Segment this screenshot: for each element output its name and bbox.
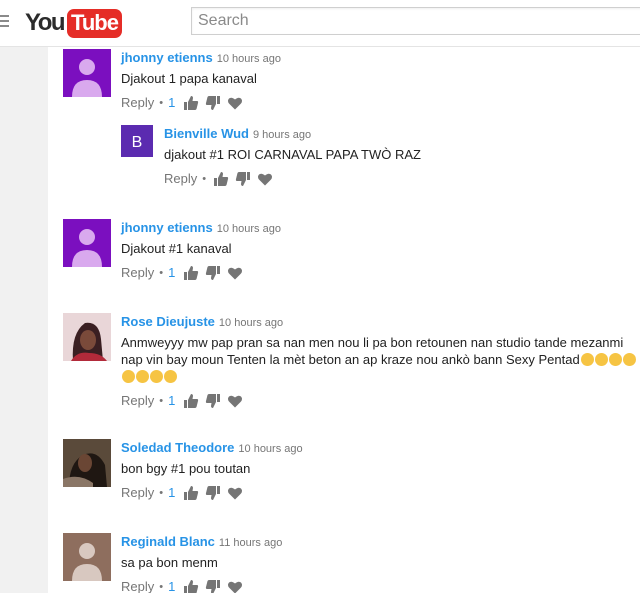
comment-actions: Reply • 1 bbox=[121, 483, 640, 503]
avatar[interactable] bbox=[63, 439, 111, 487]
thumbs-up-icon[interactable] bbox=[183, 95, 199, 111]
comment-text-line: Anmweyyy mw pap pran sa nan men nou li p… bbox=[121, 335, 624, 350]
comment-author[interactable]: Rose Dieujuste bbox=[121, 314, 215, 329]
avatar[interactable] bbox=[63, 219, 111, 267]
menu-icon[interactable] bbox=[0, 15, 10, 31]
comment-time[interactable]: 10 hours ago bbox=[219, 317, 283, 329]
laughing-emoji-icon bbox=[594, 353, 608, 366]
comment-time[interactable]: 10 hours ago bbox=[238, 443, 302, 455]
like-count: 1 bbox=[168, 579, 176, 593]
emoji-line bbox=[121, 368, 640, 385]
like-count: 1 bbox=[168, 393, 176, 408]
comment-time[interactable]: 11 hours ago bbox=[219, 537, 282, 549]
comment-text: djakout #1 ROI CARNAVAL PAPA TWÒ RAZ bbox=[164, 147, 421, 162]
laughing-emoji-icon bbox=[150, 370, 163, 383]
heart-icon[interactable] bbox=[227, 579, 243, 593]
comment-actions: Reply • 1 bbox=[121, 93, 640, 113]
laughing-emoji-icon bbox=[164, 370, 177, 383]
separator-dot: • bbox=[159, 395, 164, 407]
comment-actions: Reply • 1 bbox=[121, 263, 640, 283]
heart-icon[interactable] bbox=[257, 171, 273, 187]
laughing-emoji-icon bbox=[608, 353, 622, 366]
reply-button[interactable]: Reply bbox=[121, 577, 154, 593]
comment-text: Djakout 1 papa kanaval bbox=[121, 71, 257, 86]
comment-author[interactable]: Soledad Theodore bbox=[121, 440, 234, 455]
heart-icon[interactable] bbox=[227, 393, 243, 409]
thumbs-up-icon[interactable] bbox=[213, 171, 229, 187]
search-input[interactable] bbox=[191, 7, 640, 35]
comment-author[interactable]: jhonny etienns bbox=[121, 50, 213, 65]
thumbs-up-icon[interactable] bbox=[183, 485, 199, 501]
reply-button[interactable]: Reply bbox=[121, 263, 154, 283]
comment-text: bon bgy #1 pou toutan bbox=[121, 461, 251, 476]
laughing-emoji-icon bbox=[622, 353, 636, 366]
comment-body: jhonny etienns 10 hours ago Djakout #1 ka… bbox=[121, 219, 640, 283]
avatar[interactable]: B bbox=[121, 125, 153, 157]
comments-section: jhonny etienns 10 hours ago Djakout 1 pap… bbox=[48, 47, 640, 593]
like-count: 1 bbox=[168, 265, 176, 280]
avatar[interactable] bbox=[63, 49, 111, 97]
masthead: You Tube bbox=[0, 0, 640, 47]
thumbs-up-icon[interactable] bbox=[183, 393, 199, 409]
laughing-emoji-icon bbox=[580, 353, 594, 366]
reply-button[interactable]: Reply bbox=[164, 169, 197, 189]
youtube-logo[interactable]: You Tube bbox=[25, 8, 122, 38]
avatar[interactable] bbox=[63, 313, 111, 361]
comment-actions: Reply • bbox=[164, 169, 594, 189]
like-count: 1 bbox=[168, 95, 176, 110]
logo-tube-text: Tube bbox=[67, 8, 122, 38]
reply-button[interactable]: Reply bbox=[121, 391, 154, 411]
comment-author[interactable]: Bienville Wud bbox=[164, 126, 249, 141]
comment-time[interactable]: 10 hours ago bbox=[217, 53, 281, 65]
comment-text-line: nap vin bay moun Tenten la mèt beton an … bbox=[121, 351, 640, 368]
comment-time[interactable]: 10 hours ago bbox=[217, 223, 281, 235]
separator-dot: • bbox=[159, 581, 164, 593]
comment-text: sa pa bon menm bbox=[121, 555, 218, 570]
thumbs-down-icon[interactable] bbox=[205, 485, 221, 501]
thumbs-up-icon[interactable] bbox=[183, 579, 199, 593]
reply-button[interactable]: Reply bbox=[121, 93, 154, 113]
comment-body: Bienville Wud 9 hours ago djakout #1 ROI … bbox=[164, 125, 594, 189]
comment-body: Soledad Theodore 10 hours ago bon bgy #1 … bbox=[121, 439, 640, 503]
heart-icon[interactable] bbox=[227, 265, 243, 281]
comment-actions: Reply • 1 bbox=[121, 391, 640, 411]
thumbs-down-icon[interactable] bbox=[205, 265, 221, 281]
comment-text: Djakout #1 kanaval bbox=[121, 241, 232, 256]
heart-icon[interactable] bbox=[227, 95, 243, 111]
comment-actions: Reply • 1 bbox=[121, 577, 640, 593]
thumbs-up-icon[interactable] bbox=[183, 265, 199, 281]
laughing-emoji-icon bbox=[122, 370, 135, 383]
reply-button[interactable]: Reply bbox=[121, 483, 154, 503]
avatar[interactable] bbox=[63, 533, 111, 581]
laughing-emoji-icon bbox=[136, 370, 149, 383]
comment-body: Rose Dieujuste 10 hours ago Anmweyyy mw p… bbox=[121, 313, 640, 411]
thumbs-down-icon[interactable] bbox=[205, 579, 221, 593]
comment-text: Anmweyyy mw pap pran sa nan men nou li p… bbox=[121, 334, 640, 385]
heart-icon[interactable] bbox=[227, 485, 243, 501]
thumbs-down-icon[interactable] bbox=[205, 393, 221, 409]
svg-text:B: B bbox=[132, 134, 143, 151]
comment-author[interactable]: Reginald Blanc bbox=[121, 534, 215, 549]
comment-text-segment: nap vin bay moun Tenten la mèt beton an … bbox=[121, 352, 580, 367]
like-count: 1 bbox=[168, 485, 176, 500]
comment-body: Reginald Blanc 11 hours ago sa pa bon men… bbox=[121, 533, 640, 593]
comment-body: jhonny etienns 10 hours ago Djakout 1 pap… bbox=[121, 49, 640, 113]
comment-time[interactable]: 9 hours ago bbox=[253, 129, 311, 141]
separator-dot: • bbox=[202, 173, 207, 185]
thumbs-down-icon[interactable] bbox=[235, 171, 251, 187]
logo-you-text: You bbox=[25, 9, 66, 36]
thumbs-down-icon[interactable] bbox=[205, 95, 221, 111]
comment-author[interactable]: jhonny etienns bbox=[121, 220, 213, 235]
separator-dot: • bbox=[159, 267, 164, 279]
separator-dot: • bbox=[159, 97, 164, 109]
separator-dot: • bbox=[159, 487, 164, 499]
